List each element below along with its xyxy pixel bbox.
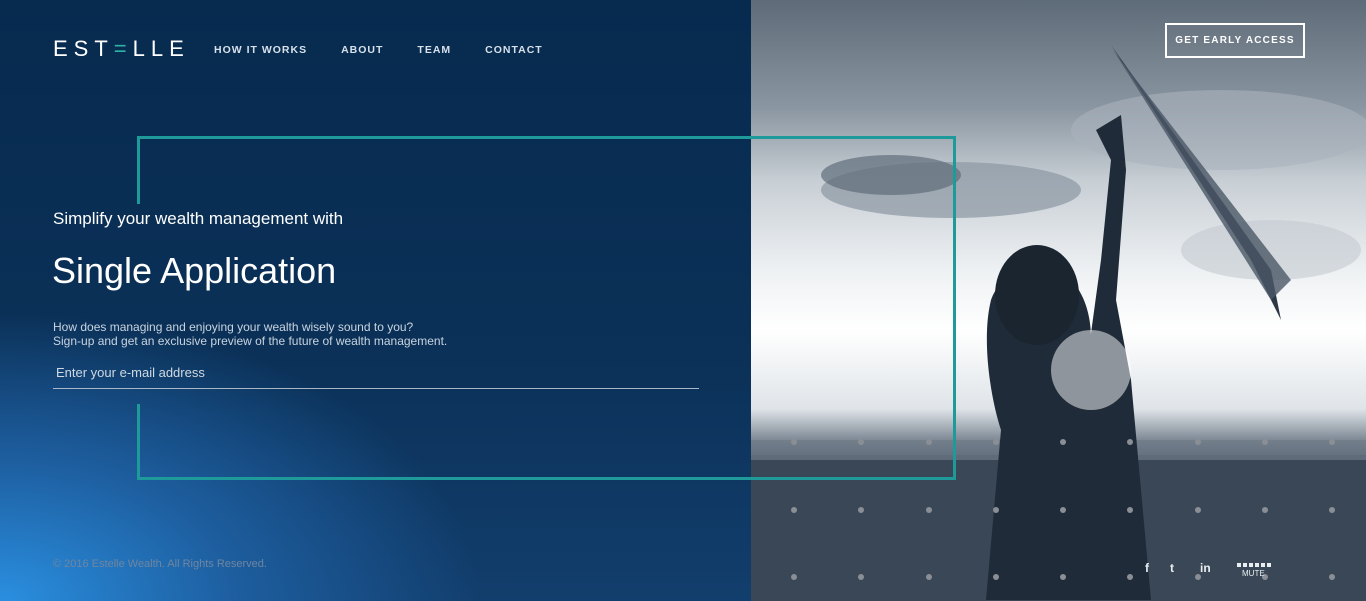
get-early-access-button[interactable]: GET EARLY ACCESS [1165, 23, 1305, 58]
email-input[interactable] [53, 356, 699, 389]
frame-border-left-bottom [137, 404, 140, 480]
copyright-text: © 2016 Estelle Wealth. All Rights Reserv… [53, 558, 267, 570]
frame-border-right [953, 136, 956, 480]
grid-dot [993, 507, 999, 513]
grid-dot [1060, 507, 1066, 513]
logo-suffix: LLE [132, 36, 190, 61]
logo-prefix: EST [53, 36, 114, 61]
grid-dot [1329, 574, 1335, 580]
grid-dot [993, 574, 999, 580]
grid-dot [926, 507, 932, 513]
grid-dot [1329, 507, 1335, 513]
hero-description-line-1: How does managing and enjoying your weal… [53, 320, 414, 334]
grid-dot [1127, 574, 1133, 580]
main-nav: HOW IT WORKS ABOUT TEAM CONTACT [214, 44, 543, 56]
grid-dot [926, 439, 932, 445]
mute-label: MUTE [1242, 569, 1265, 578]
hero-subtitle: Simplify your wealth management with [53, 209, 344, 228]
nav-how-it-works[interactable]: HOW IT WORKS [214, 44, 307, 56]
sound-bars-icon [1237, 563, 1273, 567]
hero-description-line-2: Sign-up and get an exclusive preview of … [53, 334, 448, 348]
grid-dot [1195, 507, 1201, 513]
grid-dot [791, 439, 797, 445]
left-panel [0, 0, 751, 601]
grid-dot [791, 507, 797, 513]
grid-dot [1127, 439, 1133, 445]
grid-dot [1195, 439, 1201, 445]
hero-title: Single Application [52, 250, 337, 291]
grid-dot [993, 439, 999, 445]
hero-photo [751, 0, 1366, 601]
grid-dot [1127, 507, 1133, 513]
grid-dot [858, 574, 864, 580]
nav-contact[interactable]: CONTACT [485, 44, 543, 56]
grid-dot [1329, 439, 1335, 445]
logo-accent: = [113, 36, 133, 61]
grid-dot [858, 507, 864, 513]
frame-border-left-top [137, 136, 140, 204]
logo[interactable]: EST=LLE [53, 36, 190, 62]
nav-about[interactable]: ABOUT [341, 44, 383, 56]
frame-border-top [137, 136, 956, 139]
photo-illustration [751, 45, 1366, 601]
grid-dot [1060, 439, 1066, 445]
twitter-icon[interactable]: t [1170, 561, 1174, 575]
grid-dot [1262, 507, 1268, 513]
linkedin-icon[interactable]: in [1200, 561, 1211, 575]
facebook-icon[interactable]: f [1145, 561, 1149, 575]
grid-dot [1262, 439, 1268, 445]
grid-dot [791, 574, 797, 580]
hero-description: How does managing and enjoying your weal… [53, 320, 447, 348]
nav-team[interactable]: TEAM [417, 44, 451, 56]
grid-dot [858, 439, 864, 445]
grid-dot [926, 574, 932, 580]
grid-dot [1060, 574, 1066, 580]
mute-button[interactable]: MUTE [1237, 563, 1273, 578]
frame-border-bottom [137, 477, 956, 480]
